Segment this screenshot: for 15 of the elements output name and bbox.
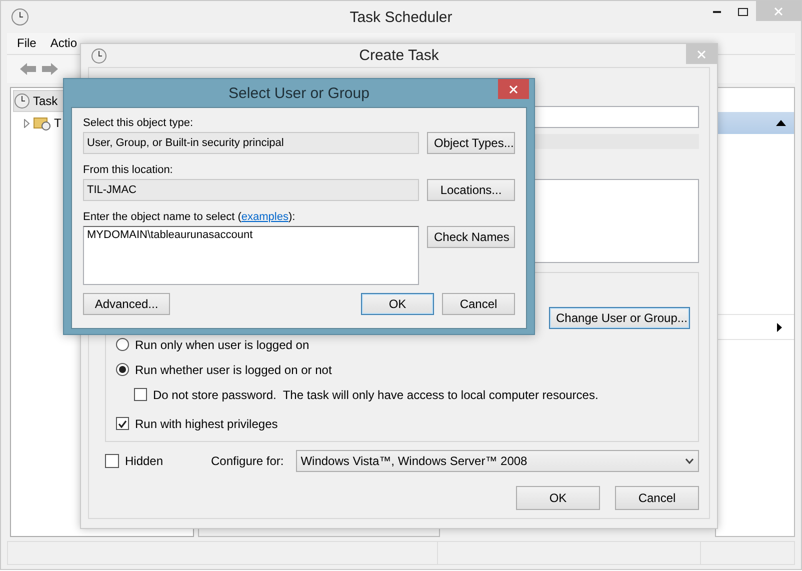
location-field: TIL-JMAC: [83, 179, 419, 201]
checkbox-label: Do not store password. The task will only have access to local computer resources.: [153, 388, 598, 402]
object-type-field: User, Group, or Built-in security principal: [83, 132, 419, 154]
dialog-title: Create Task: [359, 47, 439, 64]
checkbox-label: Hidden: [125, 454, 164, 468]
field-label: Enter the object name to select (: [83, 211, 242, 223]
checkbox-label: Run with highest privileges: [135, 416, 278, 430]
window-title: Task Scheduler: [350, 8, 452, 26]
radio-label: Run whether user is logged on or not: [135, 362, 332, 376]
field-label: From this location:: [83, 164, 174, 176]
radio-label: Run only when user is logged on: [135, 338, 310, 352]
field-label: Select this object type:: [83, 117, 194, 129]
field-label: Configure for:: [211, 454, 284, 468]
field-label: ):: [288, 211, 296, 223]
dialog-title: Select User or Group: [228, 85, 370, 102]
